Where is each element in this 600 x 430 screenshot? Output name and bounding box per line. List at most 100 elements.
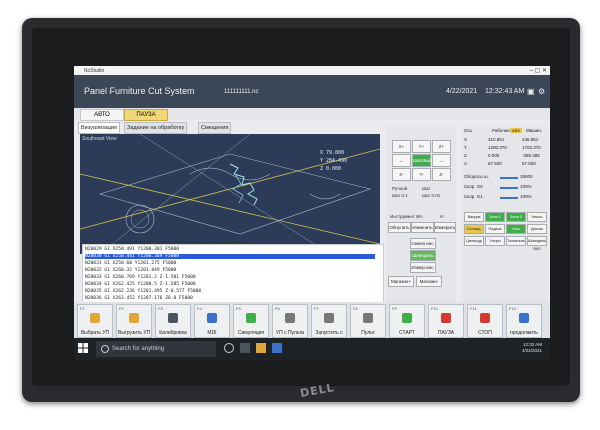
fkey-label: Пульт xyxy=(361,330,375,336)
remote-icon xyxy=(285,313,295,323)
header-date: 4/22/2021 xyxy=(446,88,478,95)
io-toggle-button[interactable]: Зона 2 xyxy=(506,212,526,222)
tab-offsets[interactable]: Смещения xyxy=(198,122,232,134)
spindle-button[interactable]: Шпиндель xyxy=(410,250,436,261)
io-toggle-button[interactable]: Зона 1 xyxy=(485,212,505,222)
nc-line[interactable]: N20032 G1 X260.32 Y1201.849 F5000 xyxy=(85,268,176,273)
io-toggle-button[interactable]: Шпиндель ВКЛ xyxy=(527,236,547,251)
jog-step-mode-button[interactable]: Шаговый xyxy=(412,154,432,167)
tool-zero-button[interactable]: Обнулить xyxy=(388,222,411,233)
window-controls[interactable]: – ▢ ✕ xyxy=(530,67,547,74)
jog-option-step-01[interactable]: Шаг 0.1 xyxy=(392,193,408,198)
tool-change-button[interactable]: Изменить xyxy=(411,222,434,233)
fkey-f11-button[interactable]: F11 СТОП xyxy=(467,304,503,338)
fkey-f8-button[interactable]: F8 Пульт xyxy=(350,304,386,338)
fkey-label: Симуляция xyxy=(237,330,265,336)
cortana-icon[interactable] xyxy=(224,343,234,353)
fkey-f5-button[interactable]: F5 Симуляция xyxy=(233,304,269,338)
fkey-f9-button[interactable]: F9 СТАРТ xyxy=(389,304,425,338)
jog-option-step-001[interactable]: Шаг 0.01 xyxy=(422,193,440,198)
fkey-f4-button[interactable]: F4 MDI xyxy=(194,304,230,338)
io-toggle-button[interactable]: Цилиндр xyxy=(464,236,484,246)
coord-machine-value: 446.861 xyxy=(522,137,539,142)
coords-header-axis: Ось xyxy=(464,128,473,133)
mode-bar: АВТО ПАУЗА xyxy=(74,108,550,121)
fkey-f1-button[interactable]: F1 Выбрать УП xyxy=(77,304,113,338)
task-view-icon[interactable] xyxy=(240,343,250,353)
io-toggle-button[interactable]: Подача xyxy=(485,224,505,234)
jog-z-minus-button[interactable]: Z- xyxy=(432,168,451,181)
io-toggle-button[interactable]: Насос xyxy=(527,212,547,222)
g1-speed-value: 100% xyxy=(520,194,532,199)
coord-axis-label: A xyxy=(464,161,468,166)
settings-icon[interactable]: ⚙ xyxy=(538,87,545,96)
fkey-f12-button[interactable]: F12 продолжить xyxy=(506,304,542,338)
fkey-label: Запустить с xyxy=(315,330,343,336)
nc-line[interactable]: N20035 G1 X262.236 Y1201.495 Z-0.577 F50… xyxy=(85,289,201,294)
magazine-minus-button[interactable]: Магазин- xyxy=(416,276,442,287)
tab-visualization[interactable]: Визуализация xyxy=(78,122,121,134)
nc-line-selected[interactable]: N20030 G1 X250.441 Y1200.369 F5000 xyxy=(85,254,375,259)
remote-control-icon xyxy=(363,313,373,323)
camera-icon[interactable]: ▣ xyxy=(527,87,535,96)
io-toggle-button[interactable]: Охлажд. xyxy=(464,224,484,234)
jog-y-plus-button[interactable]: Y+ xyxy=(412,140,431,153)
search-icon xyxy=(101,345,109,353)
io-toggle-button[interactable]: Толкатель xyxy=(506,236,526,246)
fkey-f7-button[interactable]: F7 Запустить с xyxy=(311,304,347,338)
taskbar-search-box[interactable]: Search for anything xyxy=(96,341,216,357)
coord-machine-value: 1702.370 xyxy=(522,145,541,150)
tab-job-task[interactable]: Задание на обработку xyxy=(124,122,188,134)
jog-x-plus-button[interactable]: X+ xyxy=(392,140,411,153)
io-toggle-button[interactable]: Датчик xyxy=(527,224,547,234)
folder-icon xyxy=(90,313,100,323)
mode-pause-indicator[interactable]: ПАУЗА xyxy=(124,109,168,121)
toolpath-viewport[interactable]: X 79.800 Y 284.490 Z 0.000 Southeast Vie… xyxy=(80,134,380,254)
nc-line[interactable]: N20029 G1 X250.491 Y1200.381 F5000 xyxy=(85,247,179,252)
tool-measure-2-button[interactable]: Измер.инс. xyxy=(410,262,436,273)
io-toggle-button[interactable]: Вакуум xyxy=(464,212,484,222)
nc-line[interactable]: N20036 G1 X263.452 Y1207.176 Z0.0 F5000 xyxy=(85,296,193,301)
fkey-f3-button[interactable]: F3 Калибровка xyxy=(155,304,191,338)
spindle-speed-label: Обороты ш. xyxy=(464,174,489,179)
fkey-f6-button[interactable]: F6 УП с Пульта xyxy=(272,304,308,338)
stop-icon xyxy=(480,313,490,323)
jog-y-minus-button[interactable]: Y- xyxy=(412,168,431,181)
io-toggle-button[interactable]: Нож xyxy=(506,224,526,234)
coord-machine-value: -385.385 xyxy=(522,153,540,158)
fkey-label: MDI xyxy=(207,330,217,336)
g0-speed-label: Скор. G0 xyxy=(464,184,483,189)
fkey-number: F5 xyxy=(236,306,241,311)
io-toggle-button[interactable]: Упоры xyxy=(485,236,505,246)
fkey-f2-button[interactable]: F2 Выгрузить УП xyxy=(116,304,152,338)
fkey-label: УП с Пульта xyxy=(275,330,305,336)
nc-line[interactable]: N20031 G1 X250.68 Y1201.275 F5000 xyxy=(85,261,176,266)
ncstudio-taskbar-icon[interactable] xyxy=(272,343,282,353)
mdi-icon xyxy=(207,313,217,323)
jog-right-button[interactable]: → xyxy=(432,154,451,167)
g1-speed-slider[interactable] xyxy=(500,197,518,199)
file-explorer-icon[interactable] xyxy=(256,343,266,353)
viewport-view-label: Southeast View xyxy=(82,136,117,142)
jog-left-button[interactable]: ← xyxy=(392,154,411,167)
coord-axis-label: Y xyxy=(464,145,468,150)
tool-measure-button[interactable]: Измерить xyxy=(434,222,456,233)
magazine-plus-button[interactable]: Магазин+ xyxy=(388,276,414,287)
windows-start-icon[interactable] xyxy=(78,343,88,353)
nc-line[interactable]: N20033 G1 X260.769 Y1201.2 Z-1.581 F5000 xyxy=(85,275,196,280)
jog-z-plus-button[interactable]: Z+ xyxy=(432,140,451,153)
spindle-speed-slider[interactable] xyxy=(500,177,518,179)
jog-option-step[interactable]: Шаг xyxy=(422,186,430,191)
abs-badge: ABS xyxy=(510,128,523,133)
fkey-label: ПАУЗА xyxy=(437,330,455,336)
coord-machine-value: 67.500 xyxy=(522,161,536,166)
tool-swap-button[interactable]: Смена инс. xyxy=(410,238,436,249)
fkey-f10-button[interactable]: F10 ПАУЗА xyxy=(428,304,464,338)
nc-line[interactable]: N20034 G1 X262.425 Y1200.5 Z-1.585 F5000 xyxy=(85,282,196,287)
jog-x-minus-button[interactable]: X- xyxy=(392,168,411,181)
mode-auto-indicator[interactable]: АВТО xyxy=(80,109,124,121)
taskbar-clock[interactable]: 12:32 AM 4/22/2021 xyxy=(522,342,542,354)
jog-option-manual[interactable]: Ручной xyxy=(392,186,407,191)
fkey-number: F6 xyxy=(275,306,280,311)
g0-speed-slider[interactable] xyxy=(500,187,518,189)
